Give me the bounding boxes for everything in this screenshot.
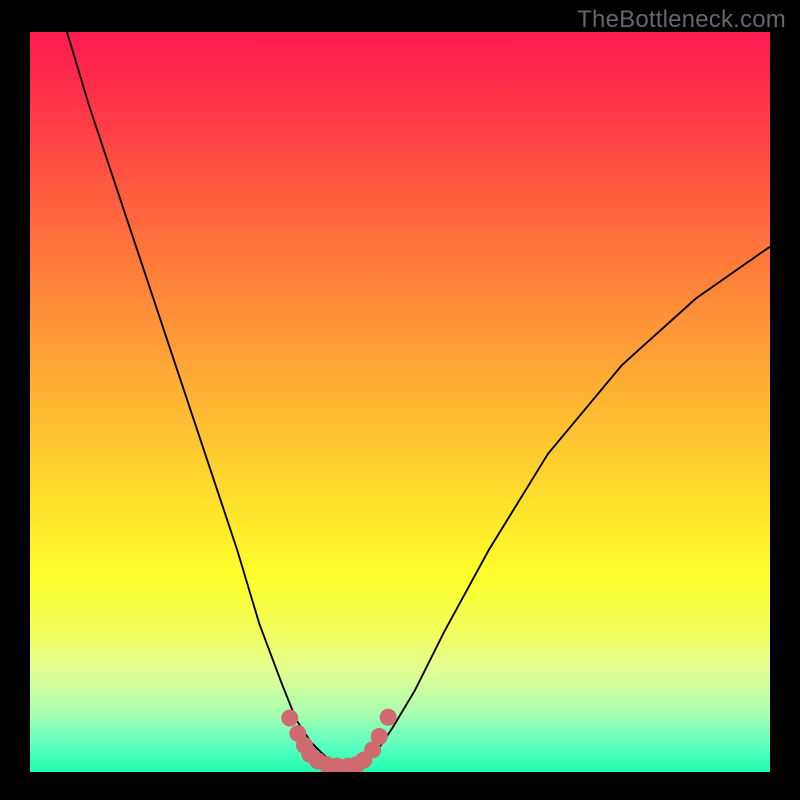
valley-dot [281, 709, 298, 726]
plot-svg [30, 32, 770, 772]
curve-right [363, 247, 770, 765]
plot-area [30, 32, 770, 772]
valley-marker-group [281, 709, 396, 772]
valley-dot [371, 728, 388, 745]
valley-dot [380, 709, 397, 726]
watermark-text: TheBottleneck.com [577, 6, 786, 34]
curve-left [67, 32, 333, 765]
chart-stage: TheBottleneck.com [0, 0, 800, 800]
